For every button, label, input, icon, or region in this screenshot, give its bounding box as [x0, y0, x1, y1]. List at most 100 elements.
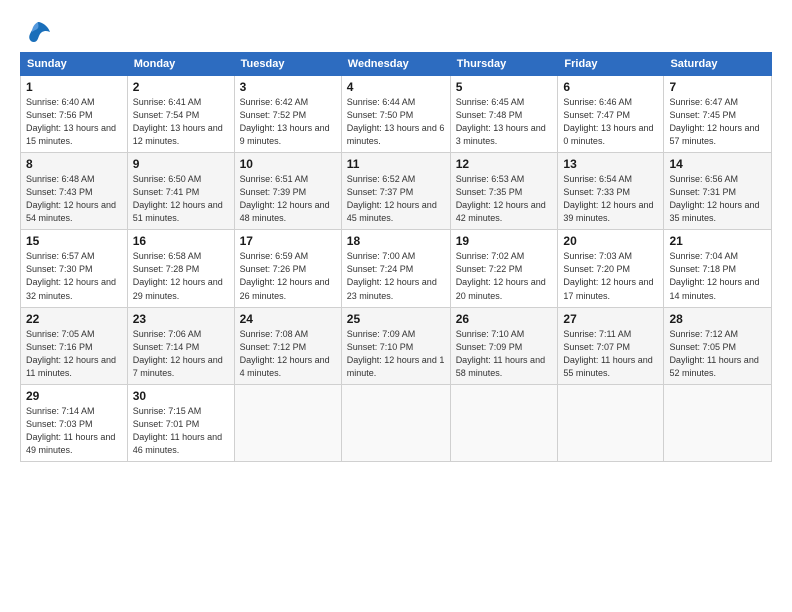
day-number: 25 — [347, 312, 445, 326]
table-row: 14 Sunrise: 6:56 AMSunset: 7:31 PMDaylig… — [664, 153, 772, 230]
col-monday: Monday — [127, 53, 234, 76]
table-row: 20 Sunrise: 7:03 AMSunset: 7:20 PMDaylig… — [558, 230, 664, 307]
header-section — [20, 18, 772, 46]
col-friday: Friday — [558, 53, 664, 76]
day-detail: Sunrise: 7:15 AMSunset: 7:01 PMDaylight:… — [133, 406, 222, 455]
day-detail: Sunrise: 6:59 AMSunset: 7:26 PMDaylight:… — [240, 251, 330, 300]
day-number: 4 — [347, 80, 445, 94]
day-number: 1 — [26, 80, 122, 94]
day-detail: Sunrise: 7:00 AMSunset: 7:24 PMDaylight:… — [347, 251, 437, 300]
day-number: 22 — [26, 312, 122, 326]
table-row: 21 Sunrise: 7:04 AMSunset: 7:18 PMDaylig… — [664, 230, 772, 307]
day-number: 28 — [669, 312, 766, 326]
table-row: 10 Sunrise: 6:51 AMSunset: 7:39 PMDaylig… — [234, 153, 341, 230]
day-detail: Sunrise: 6:54 AMSunset: 7:33 PMDaylight:… — [563, 174, 653, 223]
day-number: 14 — [669, 157, 766, 171]
day-detail: Sunrise: 7:03 AMSunset: 7:20 PMDaylight:… — [563, 251, 653, 300]
day-number: 11 — [347, 157, 445, 171]
day-number: 20 — [563, 234, 658, 248]
day-detail: Sunrise: 6:44 AMSunset: 7:50 PMDaylight:… — [347, 97, 445, 146]
day-number: 10 — [240, 157, 336, 171]
page: Sunday Monday Tuesday Wednesday Thursday… — [0, 0, 792, 472]
table-row: 16 Sunrise: 6:58 AMSunset: 7:28 PMDaylig… — [127, 230, 234, 307]
day-number: 24 — [240, 312, 336, 326]
day-number: 8 — [26, 157, 122, 171]
day-detail: Sunrise: 7:12 AMSunset: 7:05 PMDaylight:… — [669, 329, 758, 378]
table-row — [664, 384, 772, 461]
table-row: 30 Sunrise: 7:15 AMSunset: 7:01 PMDaylig… — [127, 384, 234, 461]
col-sunday: Sunday — [21, 53, 128, 76]
table-row — [234, 384, 341, 461]
day-detail: Sunrise: 6:42 AMSunset: 7:52 PMDaylight:… — [240, 97, 330, 146]
table-row: 26 Sunrise: 7:10 AMSunset: 7:09 PMDaylig… — [450, 307, 558, 384]
day-detail: Sunrise: 6:41 AMSunset: 7:54 PMDaylight:… — [133, 97, 223, 146]
day-detail: Sunrise: 6:48 AMSunset: 7:43 PMDaylight:… — [26, 174, 116, 223]
table-row: 1 Sunrise: 6:40 AMSunset: 7:56 PMDayligh… — [21, 76, 128, 153]
table-row: 15 Sunrise: 6:57 AMSunset: 7:30 PMDaylig… — [21, 230, 128, 307]
table-row: 18 Sunrise: 7:00 AMSunset: 7:24 PMDaylig… — [341, 230, 450, 307]
table-row: 27 Sunrise: 7:11 AMSunset: 7:07 PMDaylig… — [558, 307, 664, 384]
day-detail: Sunrise: 6:50 AMSunset: 7:41 PMDaylight:… — [133, 174, 223, 223]
day-number: 17 — [240, 234, 336, 248]
day-number: 9 — [133, 157, 229, 171]
day-detail: Sunrise: 6:57 AMSunset: 7:30 PMDaylight:… — [26, 251, 116, 300]
day-detail: Sunrise: 7:05 AMSunset: 7:16 PMDaylight:… — [26, 329, 116, 378]
day-detail: Sunrise: 6:52 AMSunset: 7:37 PMDaylight:… — [347, 174, 437, 223]
day-number: 15 — [26, 234, 122, 248]
day-number: 30 — [133, 389, 229, 403]
day-detail: Sunrise: 7:10 AMSunset: 7:09 PMDaylight:… — [456, 329, 545, 378]
day-detail: Sunrise: 6:58 AMSunset: 7:28 PMDaylight:… — [133, 251, 223, 300]
table-row: 23 Sunrise: 7:06 AMSunset: 7:14 PMDaylig… — [127, 307, 234, 384]
table-row — [341, 384, 450, 461]
table-row — [450, 384, 558, 461]
col-wednesday: Wednesday — [341, 53, 450, 76]
day-number: 13 — [563, 157, 658, 171]
day-number: 6 — [563, 80, 658, 94]
table-row: 29 Sunrise: 7:14 AMSunset: 7:03 PMDaylig… — [21, 384, 128, 461]
day-number: 5 — [456, 80, 553, 94]
day-number: 18 — [347, 234, 445, 248]
day-number: 16 — [133, 234, 229, 248]
table-row: 12 Sunrise: 6:53 AMSunset: 7:35 PMDaylig… — [450, 153, 558, 230]
table-row: 3 Sunrise: 6:42 AMSunset: 7:52 PMDayligh… — [234, 76, 341, 153]
day-number: 2 — [133, 80, 229, 94]
day-detail: Sunrise: 6:53 AMSunset: 7:35 PMDaylight:… — [456, 174, 546, 223]
table-row: 24 Sunrise: 7:08 AMSunset: 7:12 PMDaylig… — [234, 307, 341, 384]
day-detail: Sunrise: 7:09 AMSunset: 7:10 PMDaylight:… — [347, 329, 445, 378]
col-tuesday: Tuesday — [234, 53, 341, 76]
table-row: 25 Sunrise: 7:09 AMSunset: 7:10 PMDaylig… — [341, 307, 450, 384]
day-detail: Sunrise: 6:47 AMSunset: 7:45 PMDaylight:… — [669, 97, 759, 146]
table-row: 6 Sunrise: 6:46 AMSunset: 7:47 PMDayligh… — [558, 76, 664, 153]
calendar-header-row: Sunday Monday Tuesday Wednesday Thursday… — [21, 53, 772, 76]
day-number: 7 — [669, 80, 766, 94]
day-number: 3 — [240, 80, 336, 94]
logo — [20, 18, 52, 46]
table-row: 8 Sunrise: 6:48 AMSunset: 7:43 PMDayligh… — [21, 153, 128, 230]
day-detail: Sunrise: 7:11 AMSunset: 7:07 PMDaylight:… — [563, 329, 652, 378]
table-row: 7 Sunrise: 6:47 AMSunset: 7:45 PMDayligh… — [664, 76, 772, 153]
table-row: 28 Sunrise: 7:12 AMSunset: 7:05 PMDaylig… — [664, 307, 772, 384]
day-detail: Sunrise: 6:56 AMSunset: 7:31 PMDaylight:… — [669, 174, 759, 223]
table-row: 22 Sunrise: 7:05 AMSunset: 7:16 PMDaylig… — [21, 307, 128, 384]
day-number: 19 — [456, 234, 553, 248]
table-row: 17 Sunrise: 6:59 AMSunset: 7:26 PMDaylig… — [234, 230, 341, 307]
table-row — [558, 384, 664, 461]
day-number: 21 — [669, 234, 766, 248]
table-row: 19 Sunrise: 7:02 AMSunset: 7:22 PMDaylig… — [450, 230, 558, 307]
table-row: 13 Sunrise: 6:54 AMSunset: 7:33 PMDaylig… — [558, 153, 664, 230]
calendar-table: Sunday Monday Tuesday Wednesday Thursday… — [20, 52, 772, 462]
day-detail: Sunrise: 7:08 AMSunset: 7:12 PMDaylight:… — [240, 329, 330, 378]
day-detail: Sunrise: 6:40 AMSunset: 7:56 PMDaylight:… — [26, 97, 116, 146]
table-row: 5 Sunrise: 6:45 AMSunset: 7:48 PMDayligh… — [450, 76, 558, 153]
table-row: 11 Sunrise: 6:52 AMSunset: 7:37 PMDaylig… — [341, 153, 450, 230]
day-number: 27 — [563, 312, 658, 326]
day-number: 12 — [456, 157, 553, 171]
col-thursday: Thursday — [450, 53, 558, 76]
day-detail: Sunrise: 7:06 AMSunset: 7:14 PMDaylight:… — [133, 329, 223, 378]
table-row: 4 Sunrise: 6:44 AMSunset: 7:50 PMDayligh… — [341, 76, 450, 153]
day-detail: Sunrise: 6:45 AMSunset: 7:48 PMDaylight:… — [456, 97, 546, 146]
day-number: 26 — [456, 312, 553, 326]
day-number: 29 — [26, 389, 122, 403]
table-row: 2 Sunrise: 6:41 AMSunset: 7:54 PMDayligh… — [127, 76, 234, 153]
logo-bird-icon — [24, 18, 52, 46]
